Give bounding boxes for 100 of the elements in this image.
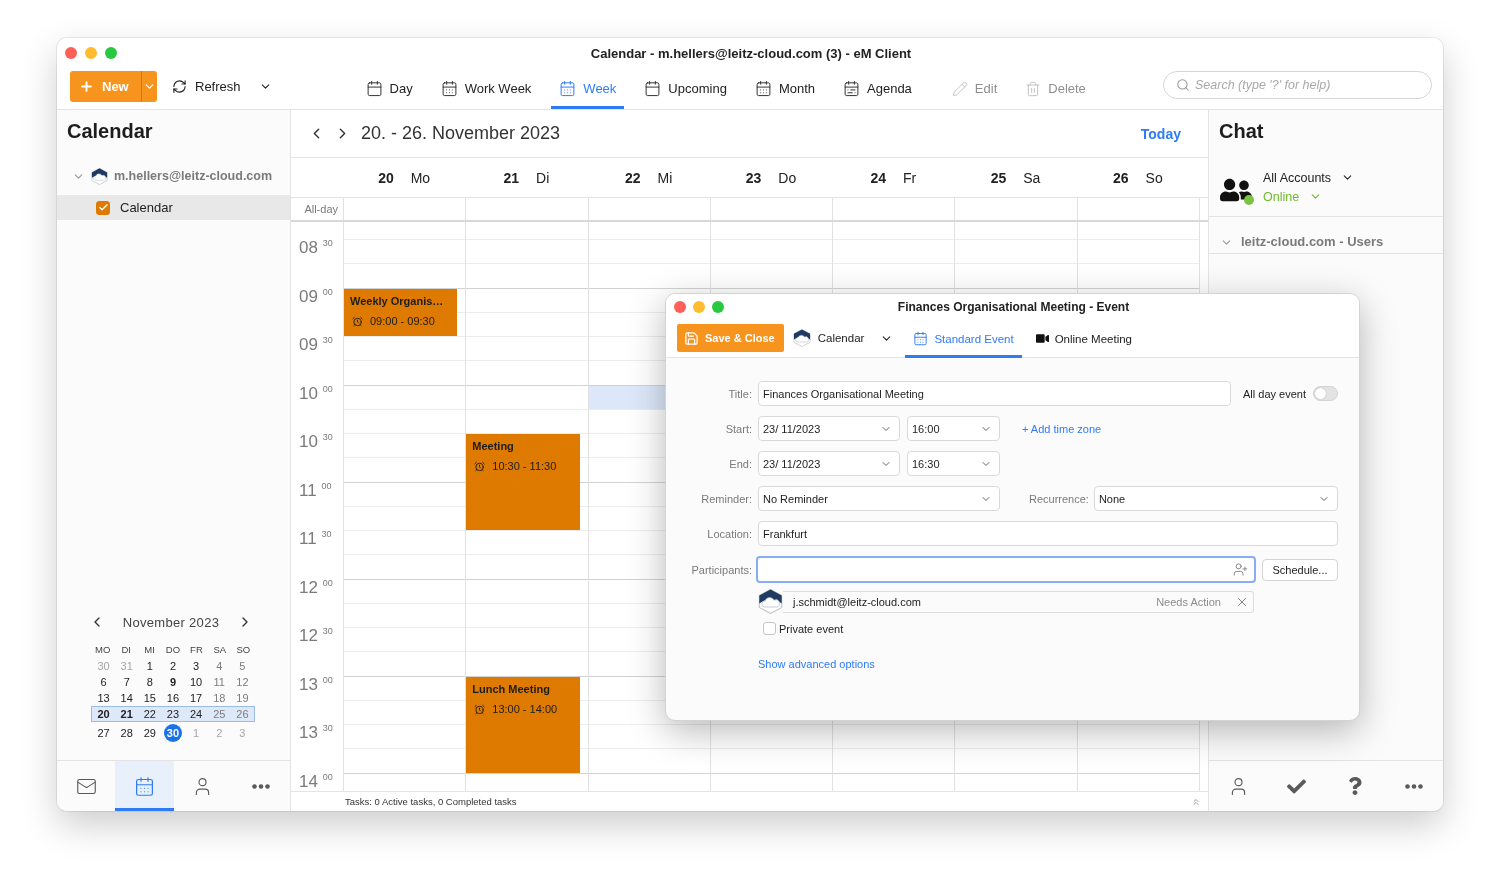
private-event-label: Private event xyxy=(779,622,844,635)
more-icon xyxy=(251,783,270,789)
reminder-dropdown[interactable]: No Reminder xyxy=(758,486,1000,511)
zoom-window-button[interactable] xyxy=(105,47,117,59)
view-tab[interactable]: Day xyxy=(357,68,421,109)
calendar-day[interactable]: 16 xyxy=(161,691,185,705)
recurrence-dropdown[interactable]: None xyxy=(1093,486,1338,511)
trash-icon xyxy=(1025,80,1042,97)
calendar-day[interactable]: 8 xyxy=(138,675,162,689)
cloud-avatar-icon xyxy=(792,329,811,347)
day-number: 20 xyxy=(378,169,394,186)
new-menu-button[interactable] xyxy=(141,71,157,102)
field-label: End: xyxy=(729,457,752,470)
calendar-day[interactable]: 13 xyxy=(92,691,116,705)
event-card[interactable]: Weekly Organis… 09:00 - 09:30 xyxy=(344,288,458,336)
participant-item[interactable]: j.schmidt@leitz-cloud.com Needs Action xyxy=(783,590,1254,613)
title-field[interactable]: Finances Organisational Meeting xyxy=(758,381,1231,406)
calendar-icon xyxy=(644,80,662,97)
view-tab[interactable]: Upcoming xyxy=(636,68,735,109)
calendar-day[interactable]: 20 xyxy=(92,707,116,721)
calendar-day[interactable]: 9 xyxy=(161,675,185,689)
all-day-label: All-day xyxy=(304,203,338,215)
calendar-day[interactable]: 29 xyxy=(138,725,162,740)
calendar-day[interactable]: 11 xyxy=(207,675,231,689)
minimize-window-button[interactable] xyxy=(85,47,97,59)
calendar-day[interactable]: 5 xyxy=(230,659,254,673)
view-tab[interactable]: Work Week xyxy=(432,68,540,109)
calendar-week-row[interactable]: 13 14 15 16 17 18 19 xyxy=(91,690,255,706)
account-item[interactable]: m.hellers@leitz-cloud.com xyxy=(57,164,290,188)
calendar-day[interactable]: 14 xyxy=(115,691,139,705)
time-dropdown[interactable]: 16:30 xyxy=(907,451,1000,476)
status-text: Tasks: 0 Active tasks, 0 Completed tasks xyxy=(345,796,517,807)
minimize-window-button[interactable] xyxy=(693,300,705,313)
calendar-day[interactable]: 19 xyxy=(230,691,254,705)
calendar-week-row[interactable]: 30 31 1 2 3 4 5 xyxy=(91,658,255,674)
calendar-day[interactable]: 2 xyxy=(161,659,185,673)
calendar-day[interactable]: 7 xyxy=(115,675,139,689)
check-icon xyxy=(97,202,109,213)
field-label: Participants: xyxy=(691,563,752,576)
add-time-zone-link[interactable]: + Add time zone xyxy=(1022,422,1102,435)
time-label: 12 $^{00}$ xyxy=(299,578,333,597)
schedule-button[interactable]: Schedule... xyxy=(1262,558,1338,581)
participants-field[interactable] xyxy=(756,556,1256,583)
calendar-icon xyxy=(843,80,861,97)
chevrons-up-icon[interactable] xyxy=(1191,796,1201,807)
weekday-label: SO xyxy=(235,643,252,657)
calendar-list-item[interactable]: Calendar xyxy=(57,195,290,220)
time-dropdown[interactable]: 16:00 xyxy=(907,416,1000,441)
zoom-window-button[interactable] xyxy=(712,300,724,313)
calendar-day[interactable]: 18 xyxy=(207,691,231,705)
event-tab[interactable]: Standard Event xyxy=(905,319,1022,358)
calendar-day[interactable]: 4 xyxy=(207,659,231,673)
view-tab[interactable]: Month xyxy=(746,68,824,109)
calendar-icon xyxy=(913,331,929,346)
event-card[interactable]: Meeting 10:30 - 11:30 xyxy=(466,434,580,530)
calendar-day[interactable]: 24 xyxy=(184,707,208,721)
private-event-checkbox[interactable] xyxy=(763,622,776,635)
field-label: Recurrence: xyxy=(1029,492,1089,505)
calendar-day[interactable]: 15 xyxy=(138,691,162,705)
chat-group-header[interactable]: leitz-cloud.com - Users xyxy=(1209,217,1443,254)
account-picker[interactable]: All Accounts xyxy=(1263,170,1355,185)
calendar-nav-button[interactable] xyxy=(115,761,174,811)
calendar-day[interactable]: 25 xyxy=(207,707,231,721)
today-button[interactable]: Today xyxy=(1140,123,1181,144)
calendar-checkbox[interactable] xyxy=(96,200,110,215)
calendar-picker[interactable]: Calendar xyxy=(792,329,894,347)
event-time: 09:00 - 09:30 xyxy=(370,314,435,328)
calendar-day[interactable]: 17 xyxy=(184,691,208,705)
all-day-switch[interactable] xyxy=(1313,386,1338,401)
refresh-button[interactable]: Refresh xyxy=(168,71,276,102)
calendar-day[interactable]: 1 xyxy=(138,659,162,673)
calendar-day[interactable]: 10 xyxy=(184,675,208,689)
view-tab[interactable]: Agenda xyxy=(835,68,920,109)
date-dropdown[interactable]: 23/ 11/2023 xyxy=(758,416,900,441)
calendar-day[interactable]: 27 xyxy=(92,725,116,740)
location-field[interactable]: Frankfurt xyxy=(758,521,1338,546)
calendar-day[interactable]: 23 xyxy=(161,707,185,721)
weekday-label: MI xyxy=(143,643,156,657)
calendar-day[interactable]: 26 xyxy=(230,707,254,721)
month-title: November 2023 xyxy=(122,614,220,630)
event-tab[interactable]: Online Meeting xyxy=(1027,319,1140,358)
time-label: 10 $^{30}$ xyxy=(299,433,333,451)
calendar-day[interactable]: 28 xyxy=(115,725,139,740)
calendar-week-row[interactable]: 20 21 22 23 24 25 26 xyxy=(91,706,255,722)
calendar-day[interactable]: 12 xyxy=(230,675,254,689)
calendar-day[interactable]: 22 xyxy=(138,707,162,721)
add-person-icon[interactable] xyxy=(1233,562,1248,577)
calendar-week-row[interactable]: 6 7 8 9 10 11 12 xyxy=(91,674,255,690)
event-card[interactable]: Lunch Meeting 13:00 - 14:00 xyxy=(466,676,580,773)
close-window-button[interactable] xyxy=(65,47,77,59)
sidebar-title: Calendar xyxy=(66,119,154,144)
close-window-button[interactable] xyxy=(674,300,686,313)
date-dropdown[interactable]: 23/ 11/2023 xyxy=(758,451,900,476)
weekday-label: Mo xyxy=(410,169,431,186)
calendar-day[interactable]: 30 xyxy=(164,724,182,742)
advanced-options-link[interactable]: Show advanced options xyxy=(758,658,875,670)
search-field[interactable]: Search (type '?' for help) xyxy=(1163,70,1432,99)
calendar-day[interactable]: 21 xyxy=(115,707,139,721)
calendar-day[interactable]: 6 xyxy=(92,675,116,689)
calendar-day[interactable]: 3 xyxy=(184,659,208,673)
